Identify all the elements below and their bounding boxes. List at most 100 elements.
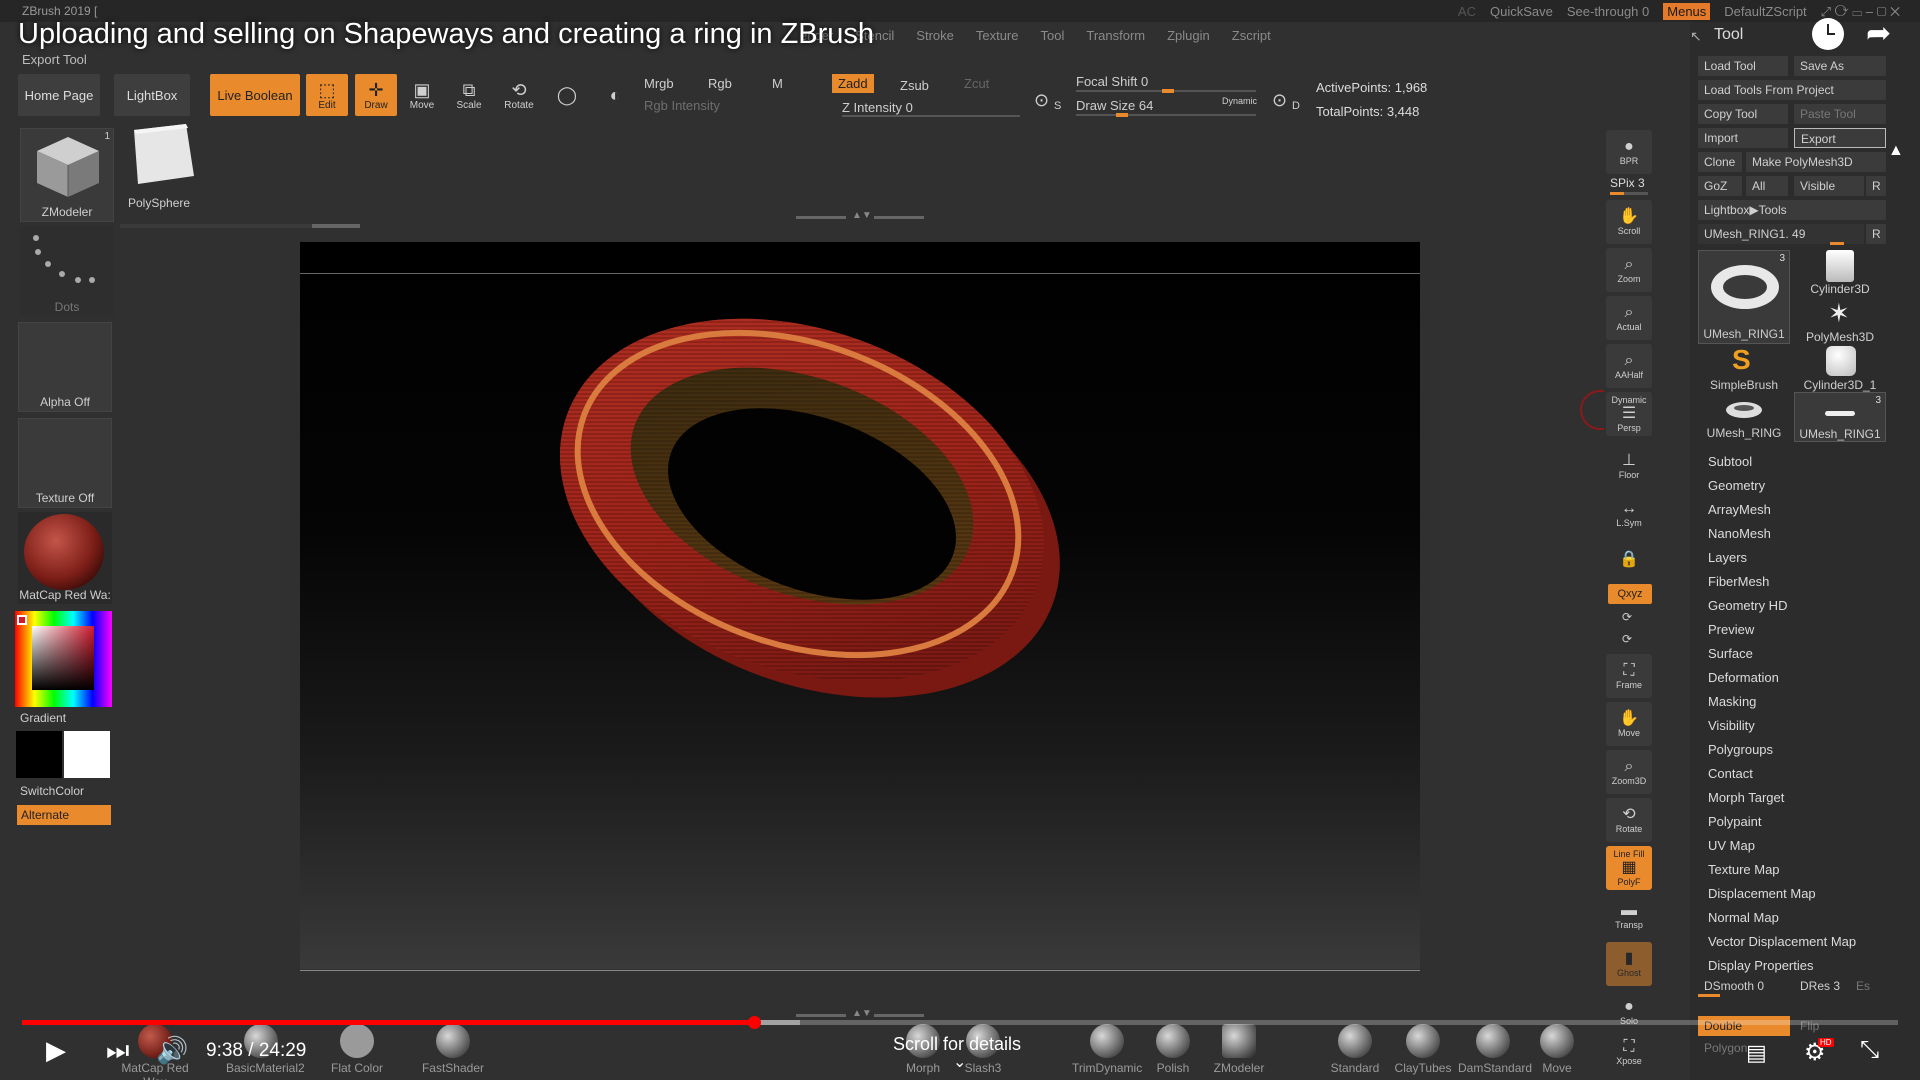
tool-palette-title[interactable]: Tool	[1714, 26, 1743, 44]
gradient-label[interactable]: Gradient	[20, 711, 66, 725]
save-as-button[interactable]: Save As	[1794, 56, 1886, 76]
default-zscript-button[interactable]: DefaultZScript	[1724, 4, 1806, 19]
canvas-top-splitter[interactable]: ▲▼	[796, 210, 924, 221]
transp-button[interactable]: ▬ Transp	[1606, 894, 1652, 938]
mrgb-button[interactable]: Mrgb	[644, 76, 674, 91]
current-tool-knob[interactable]	[1830, 242, 1844, 245]
goz-button[interactable]: GoZ	[1698, 176, 1742, 196]
dres-slider[interactable]: DRes 3	[1794, 976, 1850, 996]
xpose-button[interactable]: ⛶ Xpose	[1606, 1030, 1652, 1074]
pin-icon[interactable]: ↖	[1690, 28, 1702, 45]
section-fibermesh[interactable]: FiberMesh	[1708, 570, 1856, 594]
watch-later-icon[interactable]	[1812, 18, 1844, 50]
menu-item-zscript[interactable]: Zscript	[1232, 28, 1271, 43]
dynamic-button[interactable]: Dynamic	[1222, 96, 1257, 106]
section-display-properties[interactable]: Display Properties	[1708, 954, 1856, 978]
tool-tile-polymesh3d[interactable]: ✶ PolyMesh3D	[1794, 298, 1886, 344]
home-page-button[interactable]: Home Page	[18, 74, 100, 116]
solo-button[interactable]: ● Solo	[1606, 990, 1652, 1034]
copy-tool-button[interactable]: Copy Tool	[1698, 104, 1788, 124]
rgb-intensity-slider[interactable]: Rgb Intensity	[644, 98, 720, 113]
menu-item-transform[interactable]: Transform	[1086, 28, 1145, 43]
switchcolor-button[interactable]: SwitchColor	[20, 784, 84, 798]
section-polypaint[interactable]: Polypaint	[1708, 810, 1856, 834]
section-displacement-map[interactable]: Displacement Map	[1708, 882, 1856, 906]
load-tools-from-project-button[interactable]: Load Tools From Project	[1698, 80, 1886, 100]
ghost-button[interactable]: ▮ Ghost	[1606, 942, 1652, 986]
rotate-button[interactable]: ⟲ Rotate	[498, 74, 540, 116]
tool-tile-cylinder3d-1[interactable]: Cylinder3D_1	[1794, 346, 1886, 392]
primary-color-swatch[interactable]	[16, 731, 62, 778]
section-visibility[interactable]: Visibility	[1708, 714, 1856, 738]
section-nanomesh[interactable]: NanoMesh	[1708, 522, 1856, 546]
alternate-button[interactable]: Alternate	[17, 805, 111, 825]
frame-button[interactable]: ⛶ Frame	[1606, 654, 1652, 698]
tool-tile-umesh-ring1[interactable]: 3 UMesh_RING1	[1698, 250, 1790, 344]
rotate-view-button[interactable]: ⟲ Rotate	[1606, 798, 1652, 842]
polygon-button[interactable]: Polygon	[1698, 1038, 1788, 1058]
tool-tile-simplebrush[interactable]: S SimpleBrush	[1698, 344, 1790, 392]
section-deformation[interactable]: Deformation	[1708, 666, 1856, 690]
stroke-dots-thumb[interactable]: Dots	[20, 226, 114, 316]
persp-button[interactable]: Dynamic ☰ Persp	[1606, 392, 1652, 436]
scroll-button[interactable]: ✋ Scroll	[1606, 200, 1652, 244]
menu-item-tool[interactable]: Tool	[1041, 28, 1065, 43]
flip-button[interactable]: Flip	[1794, 1016, 1886, 1036]
bottom-brush-polish[interactable]: Polish	[1138, 1024, 1208, 1075]
section-geometry-hd[interactable]: Geometry HD	[1708, 594, 1856, 618]
menus-button[interactable]: Menus	[1663, 3, 1711, 20]
section-vector-displacement-map[interactable]: Vector Displacement Map	[1708, 930, 1856, 954]
bottom-material-flatcolor[interactable]: Flat Color	[322, 1024, 392, 1075]
section-surface[interactable]: Surface	[1708, 642, 1856, 666]
texture-thumb[interactable]: Texture Off	[18, 418, 112, 508]
double-button[interactable]: Double	[1698, 1016, 1790, 1036]
make-polymesh3d-button[interactable]: Make PolyMesh3D	[1746, 152, 1886, 172]
polyf-button[interactable]: Line Fill ▦ PolyF	[1606, 846, 1652, 890]
floor-button[interactable]: ⊥ Floor	[1606, 444, 1652, 488]
dsmooth-knob[interactable]	[1698, 994, 1720, 997]
material-thumb[interactable]: MatCap Red Wa:	[18, 512, 112, 604]
zadd-button[interactable]: Zadd	[832, 74, 874, 93]
subtitles-icon[interactable]: ▤	[1746, 1040, 1767, 1066]
zoom-button[interactable]: ⌕ Zoom	[1606, 248, 1652, 292]
scale-button[interactable]: ⧉ Scale	[448, 74, 490, 116]
bottom-brush-standard[interactable]: Standard	[1320, 1024, 1390, 1075]
clone-button[interactable]: Clone	[1698, 152, 1742, 172]
zmodeler-brush-thumb[interactable]: ZModeler 1	[20, 128, 114, 222]
export-button[interactable]: Export	[1794, 128, 1886, 148]
bottom-brush-damstandard[interactable]: DamStandard	[1458, 1024, 1532, 1075]
bottom-brush-claytubes[interactable]: ClayTubes	[1388, 1024, 1458, 1075]
m-button[interactable]: M	[772, 76, 783, 91]
bottom-brush-move[interactable]: Move	[1522, 1024, 1592, 1075]
menu-item-stroke[interactable]: Stroke	[916, 28, 954, 43]
progress-scrubber[interactable]	[747, 1016, 761, 1029]
section-morph-target[interactable]: Morph Target	[1708, 786, 1856, 810]
dsmooth-slider[interactable]: DSmooth 0	[1698, 976, 1784, 996]
lightbox-button[interactable]: LightBox	[114, 74, 190, 116]
quicksave-button[interactable]: QuickSave	[1490, 4, 1553, 19]
tool-tile-umesh-ring1-b[interactable]: 3 UMesh_RING1	[1794, 392, 1886, 442]
goz-r-button[interactable]: R	[1866, 176, 1886, 196]
section-uv-map[interactable]: UV Map	[1708, 834, 1856, 858]
menu-item-texture[interactable]: Texture	[976, 28, 1019, 43]
es-slider[interactable]: Es	[1850, 976, 1886, 996]
load-tool-button[interactable]: Load Tool	[1698, 56, 1788, 76]
tool-tile-cylinder3d[interactable]: Cylinder3D	[1794, 250, 1886, 296]
brush-sphere-icon[interactable]: ◐	[594, 74, 636, 116]
alpha-thumb[interactable]: Alpha Off	[18, 322, 112, 412]
bottom-brush-trimdynamic[interactable]: TrimDynamic	[1072, 1024, 1142, 1075]
z-rotate-icon[interactable]: ⟳	[1622, 632, 1632, 646]
next-icon[interactable]: ⏭	[106, 1035, 129, 1067]
paste-tool-button[interactable]: Paste Tool	[1794, 104, 1886, 124]
zsub-button[interactable]: Zsub	[900, 78, 929, 93]
canvas-bottom-splitter[interactable]: ▲▼	[796, 1008, 924, 1019]
ring-3d-model[interactable]	[540, 290, 1080, 710]
import-button[interactable]: Import	[1698, 128, 1788, 148]
s-circle-icon[interactable]: ⊙	[1034, 90, 1049, 111]
current-tool-r-button[interactable]: R	[1866, 224, 1886, 244]
section-masking[interactable]: Masking	[1708, 690, 1856, 714]
polysphere-thumb[interactable]: PolySphere	[120, 122, 200, 214]
live-boolean-button[interactable]: Live Boolean	[210, 74, 300, 116]
menu-item-zplugin[interactable]: Zplugin	[1167, 28, 1210, 43]
bottom-brush-zmodeler[interactable]: ZModeler	[1204, 1024, 1274, 1075]
